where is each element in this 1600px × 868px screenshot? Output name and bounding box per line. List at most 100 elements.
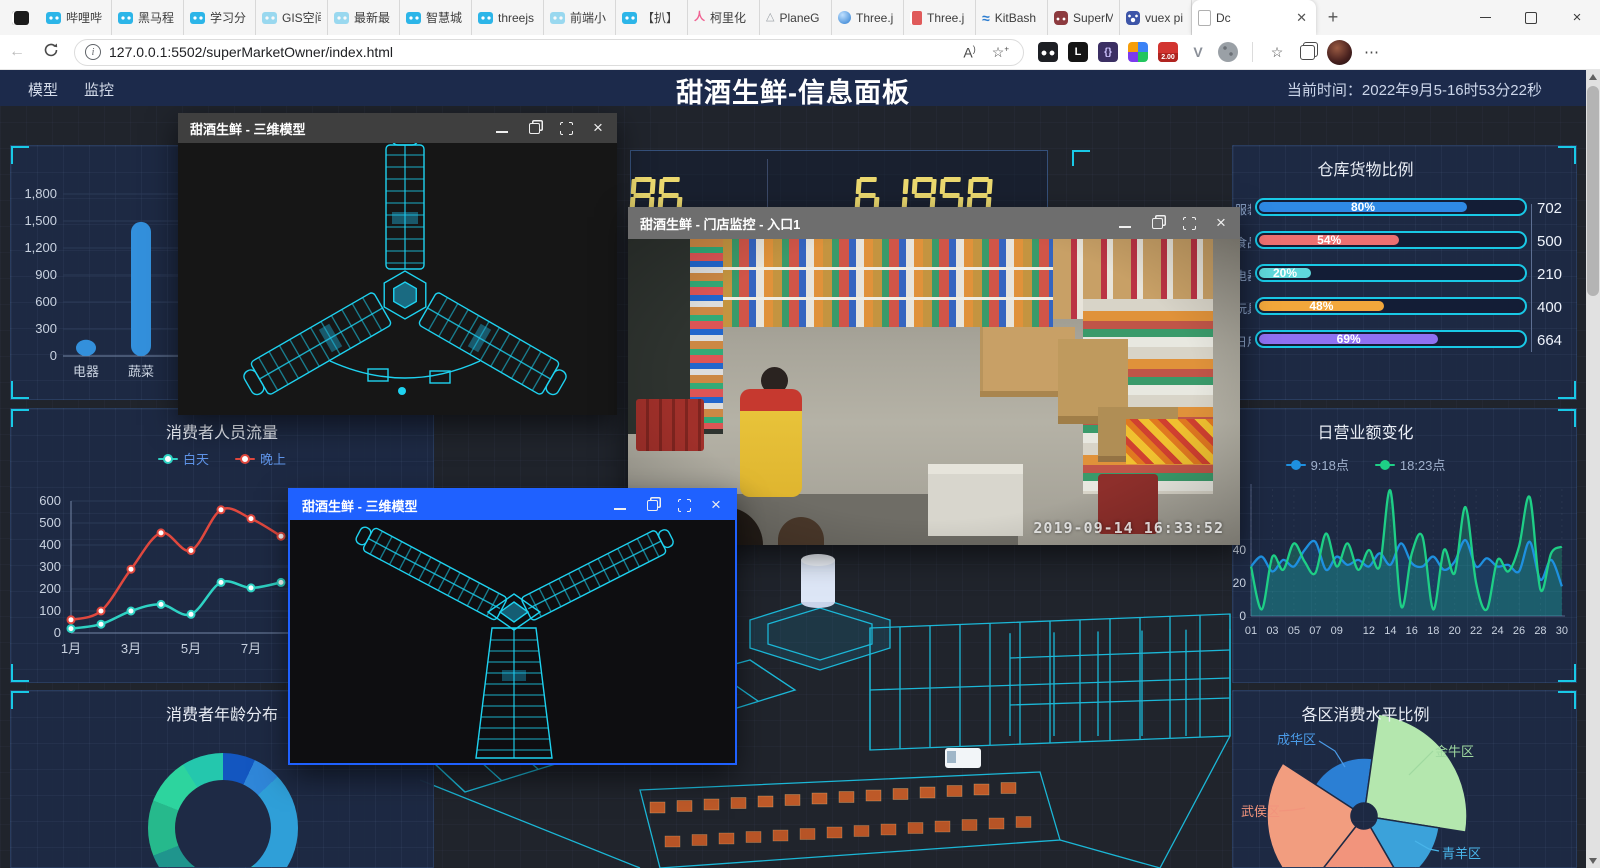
bilibili-icon <box>118 12 133 24</box>
browser-tab[interactable]: Three.j <box>832 0 904 35</box>
window-minimize-button[interactable] <box>1462 0 1508 35</box>
cctv-timestamp: 2019-09-14 16:33:52 <box>1033 519 1224 537</box>
profile-avatar[interactable] <box>1327 40 1352 65</box>
collections-button[interactable] <box>1297 42 1317 62</box>
browser-tab[interactable]: GIS空间 <box>256 0 328 35</box>
extension-abcd-icon[interactable] <box>1128 42 1148 62</box>
tab-label: KitBash <box>995 11 1036 25</box>
window1-restore-button[interactable] <box>527 121 541 135</box>
window2-close-button[interactable]: × <box>1214 216 1228 230</box>
warehouse-value: 500 <box>1537 233 1562 250</box>
window2-fullscreen-button[interactable] <box>1182 216 1196 230</box>
url-text[interactable]: 127.0.0.1:5502/superMarketOwner/index.ht… <box>109 44 951 60</box>
extension-darkreader-icon[interactable] <box>1038 42 1058 62</box>
browser-tab[interactable]: vuex pi <box>1120 0 1192 35</box>
panel-title-warehouse: 仓库货物比例 <box>1232 156 1537 180</box>
browser-tab[interactable]: 【扒】 <box>616 0 688 35</box>
new-tab-button[interactable]: + <box>1316 0 1350 35</box>
svg-text:28: 28 <box>1534 625 1546 637</box>
browser-tab[interactable]: 柯里化 <box>688 0 760 35</box>
svg-text:14: 14 <box>1384 625 1396 637</box>
browser-tab[interactable]: 智慧城 <box>400 0 472 35</box>
paw-blue-icon <box>1126 11 1140 25</box>
svg-text:26: 26 <box>1513 625 1525 637</box>
window-close-button[interactable]: × <box>1554 0 1600 35</box>
back-button[interactable]: ← <box>0 43 34 61</box>
browser-tab[interactable]: threejs <box>472 0 544 35</box>
tab-label: 黑马程 <box>138 9 174 26</box>
window1-minimize-button[interactable] <box>495 121 509 135</box>
traffic-legend[interactable]: 白天 晚上 <box>11 449 433 468</box>
window3-minimize-button[interactable] <box>613 498 627 512</box>
svg-text:01: 01 <box>1245 625 1257 637</box>
svg-text:7月: 7月 <box>241 641 261 656</box>
svg-text:0: 0 <box>54 625 61 640</box>
window3-titlebar[interactable]: 甜酒生鲜 - 三维模型 × <box>290 490 735 520</box>
tab-label: 【扒】 <box>642 9 678 26</box>
legend-item[interactable]: 18:23点 <box>1375 455 1446 474</box>
window1-titlebar[interactable]: 甜酒生鲜 - 三维模型 × <box>178 113 617 143</box>
favorites-bar-button[interactable]: ☆ <box>1267 42 1287 62</box>
extensions-menu-icon[interactable] <box>1218 42 1238 62</box>
browser-tab[interactable]: Dc✕ <box>1192 0 1316 35</box>
scrollbar-thumb[interactable] <box>1587 86 1599 296</box>
panel-warehouse-ratio: 仓库货物比例 服装80%702食品54%500电器20%210玩具48%400日… <box>1232 145 1577 400</box>
rose-label: 金牛区 <box>1435 741 1474 760</box>
window2-titlebar[interactable]: 甜酒生鲜 - 门店监控 - 入口1 × <box>628 207 1240 239</box>
window2-minimize-button[interactable] <box>1118 216 1132 230</box>
window-maximize-button[interactable] <box>1508 0 1554 35</box>
window3-close-button[interactable]: × <box>709 498 723 512</box>
tab-label: 最新最 <box>354 9 390 26</box>
browser-tab[interactable]: Three.j <box>904 0 976 35</box>
browser-tab[interactable]: 最新最 <box>328 0 400 35</box>
warehouse-row: 日用69%664 <box>1233 330 1576 352</box>
refresh-button[interactable] <box>34 42 68 63</box>
svg-text:24: 24 <box>1491 625 1503 637</box>
address-bar[interactable]: i 127.0.0.1:5502/superMarketOwner/index.… <box>74 39 1024 66</box>
tab-actions-button[interactable] <box>0 0 40 35</box>
legend-item[interactable]: 晚上 <box>235 449 286 468</box>
browser-tab[interactable]: KitBash <box>976 0 1048 35</box>
extension-l-icon[interactable]: L <box>1068 42 1088 62</box>
page-scrollbar[interactable] <box>1586 70 1600 868</box>
window3-fullscreen-button[interactable] <box>677 498 691 512</box>
svg-text:300: 300 <box>39 559 61 574</box>
read-aloud-button[interactable]: A) <box>959 44 979 61</box>
extension-braces-icon[interactable]: {} <box>1098 42 1118 62</box>
tab-label: 智慧城 <box>426 9 462 26</box>
window1-close-button[interactable]: × <box>591 121 605 135</box>
rose-label: 成华区 <box>1277 729 1316 748</box>
browser-tab[interactable]: PlaneG <box>760 0 832 35</box>
warehouse-track: 20% <box>1255 264 1527 282</box>
extension-price-badge-icon[interactable]: 2.00 <box>1158 42 1178 62</box>
browser-tab[interactable]: 黑马程 <box>112 0 184 35</box>
window3-restore-button[interactable] <box>645 498 659 512</box>
window2-restore-button[interactable] <box>1150 216 1164 230</box>
browser-menu-button[interactable]: ⋯ <box>1362 42 1382 62</box>
scroll-up-arrow[interactable] <box>1589 74 1597 80</box>
extension-vue-devtools-icon[interactable]: V <box>1188 42 1208 62</box>
legend-item[interactable]: 9:18点 <box>1286 455 1349 474</box>
browser-tab[interactable]: SuperM <box>1048 0 1120 35</box>
tab-label: SuperM <box>1073 11 1113 25</box>
browser-tab[interactable]: 前端小 <box>544 0 616 35</box>
legend-item[interactable]: 白天 <box>158 449 209 468</box>
bilibili-dim-icon <box>550 12 565 24</box>
tab-close-icon[interactable]: ✕ <box>1293 10 1310 26</box>
scroll-down-arrow[interactable] <box>1589 858 1597 864</box>
panel-title-traffic: 消费者人员流量 <box>11 419 433 443</box>
window1-fullscreen-button[interactable] <box>559 121 573 135</box>
browser-tab[interactable]: 哔哩哔 <box>40 0 112 35</box>
svg-text:400: 400 <box>39 537 61 552</box>
favorite-star-button[interactable]: ☆+ <box>988 44 1013 61</box>
warehouse-fill: 20% <box>1259 268 1311 278</box>
daily-legend[interactable]: 9:18点 18:23点 <box>1232 455 1537 474</box>
browser-tab[interactable]: 学习分 <box>184 0 256 35</box>
warehouse-value: 664 <box>1537 332 1562 349</box>
svg-text:12: 12 <box>1363 625 1375 637</box>
site-info-icon[interactable]: i <box>85 44 101 60</box>
tab-label: Three.j <box>856 11 893 25</box>
svg-text:100: 100 <box>39 603 61 618</box>
bilibili-icon <box>478 12 493 24</box>
tab-label: 哔哩哔 <box>66 9 102 26</box>
